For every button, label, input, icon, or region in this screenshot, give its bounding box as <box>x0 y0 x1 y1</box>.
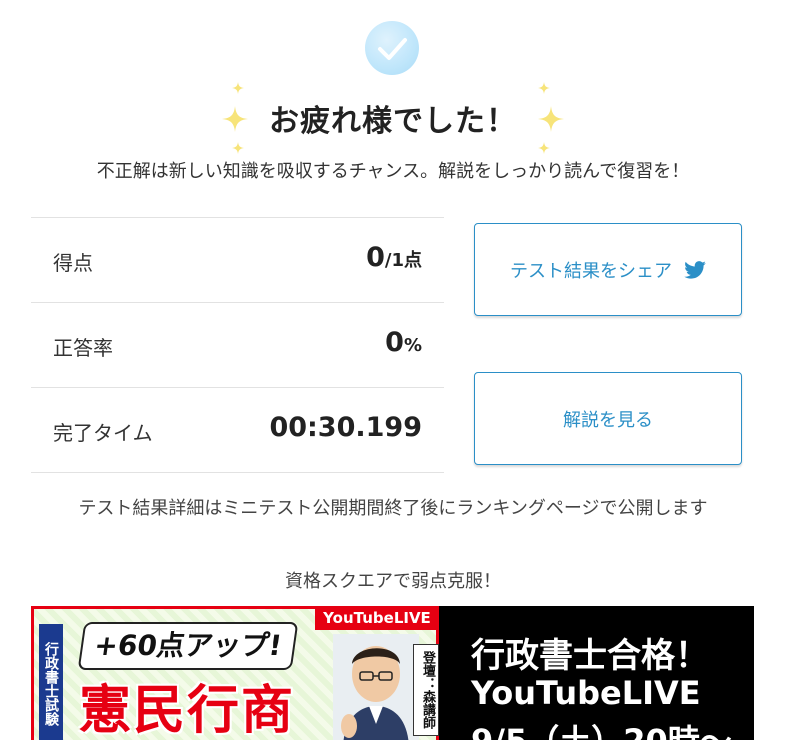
promo-text: 資格スクエアで弱点克服！ <box>285 571 501 592</box>
stat-value: 0/1点 <box>366 242 422 273</box>
stat-value: 0% <box>385 327 422 358</box>
speaker-label: 登壇：森講師 <box>413 644 439 736</box>
accuracy-value: 0 <box>385 327 404 358</box>
result-page: お疲れ様でした！ 不正解は新しい知識を吸収するチャンス。解説をしっかり読んで復習… <box>0 0 786 740</box>
view-explanation-button[interactable]: 解説を見る <box>474 372 742 465</box>
check-circle-icon <box>365 21 419 75</box>
accuracy-unit: % <box>403 335 422 356</box>
youtube-live-badge: YouTubeLIVE <box>315 606 439 630</box>
points-up-ribbon: +60点アップ! <box>77 622 299 670</box>
page-title: お疲れ様でした！ <box>269 104 517 139</box>
sparkle-icon <box>538 82 550 94</box>
banner-headline: 行政書士合格！ <box>471 636 709 676</box>
banner-date: 9/5（土）20時〜 <box>471 716 732 740</box>
title-row: お疲れ様でした！ <box>0 82 786 154</box>
time-value: 00:30.199 <box>269 412 422 443</box>
stat-label: 完了タイム <box>53 421 153 445</box>
stat-row-score: 得点 0/1点 <box>31 217 444 302</box>
subtitle: 不正解は新しい知識を吸収するチャンス。解説をしっかり読んで復習を！ <box>96 161 690 182</box>
sparkle-icon <box>232 82 244 94</box>
lecturer-photo <box>333 634 419 740</box>
twitter-icon <box>684 260 706 279</box>
share-button-label: テスト結果をシェア <box>510 260 672 282</box>
stat-row-accuracy: 正答率 0% <box>31 302 444 387</box>
promo-banner[interactable]: YouTubeLIVE 行政書士試験 +60点アップ! 憲民行商 登壇：森講師 … <box>31 606 754 740</box>
stat-label: 正答率 <box>53 336 113 360</box>
subjects-text: 憲民行商 <box>79 681 296 740</box>
exam-side-label: 行政書士試験 <box>39 624 63 740</box>
stat-row-time: 完了タイム 00:30.199 <box>31 387 444 473</box>
sparkle-icon <box>538 142 550 154</box>
results-note: テスト結果詳細はミニテスト公開期間終了後にランキングページで公開します <box>78 498 708 519</box>
score-unit: /1点 <box>384 250 422 271</box>
sparkle-icon <box>232 142 244 154</box>
share-result-button[interactable]: テスト結果をシェア <box>474 223 742 316</box>
banner-subheadline: YouTubeLIVE <box>471 674 701 712</box>
score-value: 0 <box>366 242 385 273</box>
stat-label: 得点 <box>53 251 93 275</box>
stats-table: 得点 0/1点 正答率 0% 完了タイム 00:30.199 <box>31 217 444 473</box>
